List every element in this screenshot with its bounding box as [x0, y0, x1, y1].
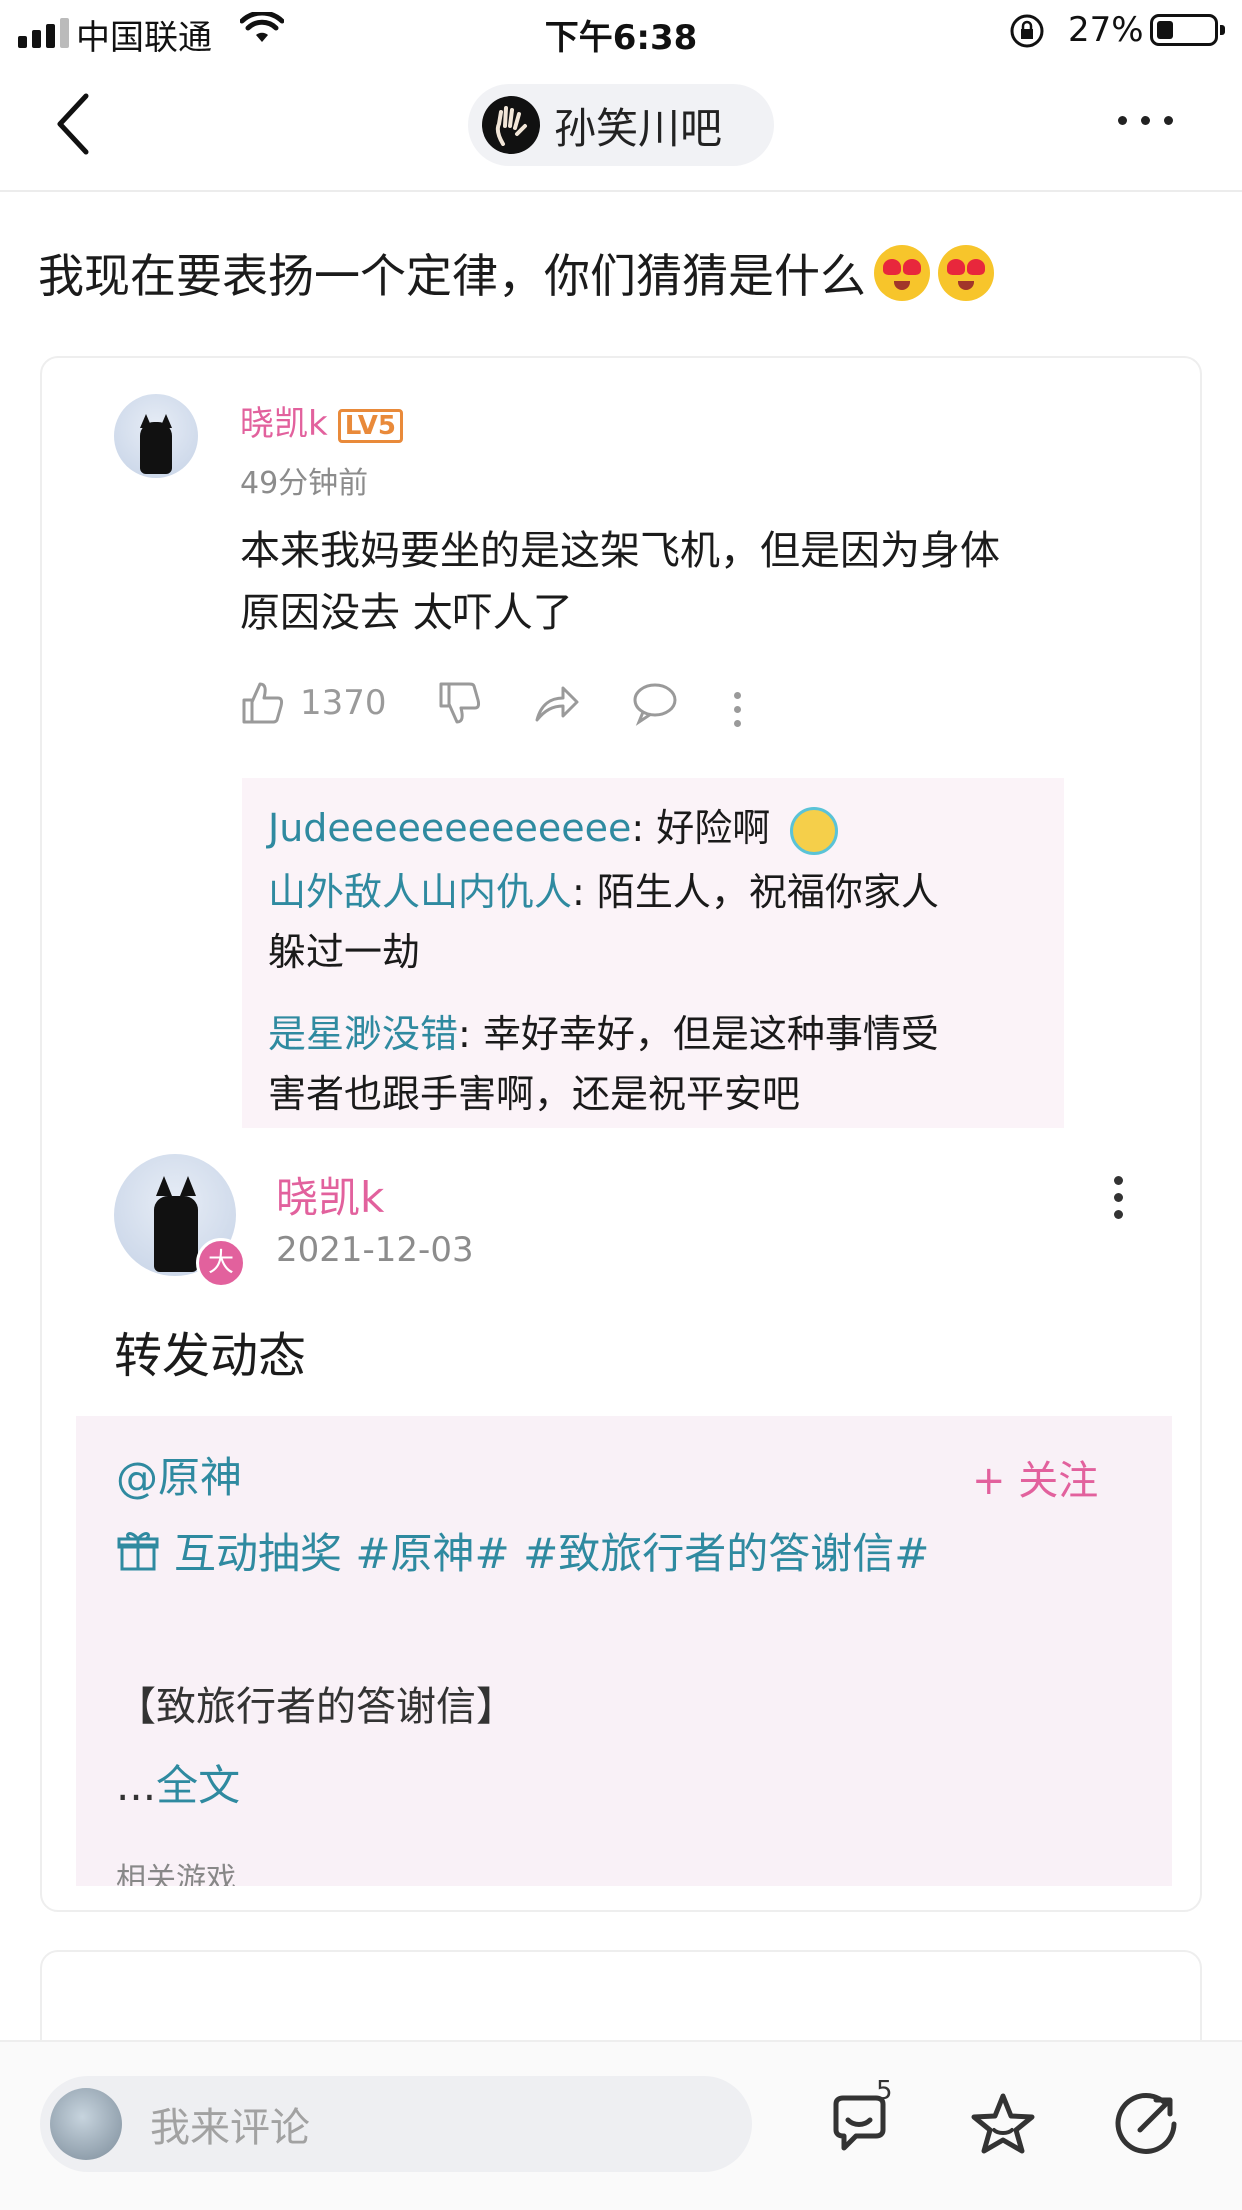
comment-actions: 1370: [240, 680, 679, 726]
fulltext-row: ...全文: [116, 1752, 240, 1813]
reply-name: 山外敌人山内仇人: [268, 870, 573, 914]
forward-tags: 互动抽奖 #原神# #致旅行者的答谢信#: [174, 1529, 930, 1578]
back-button[interactable]: [54, 92, 114, 162]
share-button[interactable]: [1112, 2090, 1182, 2164]
more-options-icon[interactable]: [1118, 116, 1173, 125]
level-badge: LV5: [337, 408, 403, 443]
reply-item: 山外敌人山内仇人: 陌生人，祝福你家人 躲过一劫: [268, 862, 1048, 982]
user-avatar: [50, 2088, 122, 2160]
share-icon: [535, 686, 579, 722]
heart-eyes-emoji-icon: [874, 245, 930, 301]
forward-at: @原神: [116, 1453, 243, 1502]
gift-icon: [117, 1531, 159, 1570]
comment-username: 晓凯k: [240, 404, 328, 444]
reply-text-cont: 躲过一劫: [268, 930, 421, 974]
nav-bar: 孙笑川吧: [0, 62, 1242, 192]
comment-placeholder: 我来评论: [150, 2105, 310, 2151]
post-more-icon: [1114, 1176, 1123, 1219]
thumbs-up-icon: [242, 682, 284, 724]
forum-name: 孙笑川吧: [554, 103, 723, 153]
comment-username-row: 晓凯k LV5: [240, 396, 403, 445]
forum-avatar: [482, 96, 540, 154]
forum-title-pill[interactable]: 孙笑川吧: [468, 84, 774, 166]
share-out-icon: [1115, 2093, 1177, 2154]
reply-name: Judeeeeeeeeeeeee: [268, 806, 632, 850]
post-text: 转发动态: [114, 1328, 307, 1384]
reply-name: 是星渺没错: [268, 1012, 459, 1056]
comment-bubble-icon: [633, 683, 677, 726]
rotation-lock-icon: [1008, 12, 1046, 59]
comment-line-2: 原因没去 太吓人了: [240, 590, 573, 636]
post-image-card[interactable]: 晓凯k LV5 49分钟前 本来我妈要坐的是这架飞机，但是因为身体 原因没去 太吓…: [40, 356, 1202, 1912]
comment-time: 49分钟前: [240, 466, 369, 501]
post-image: 晓凯k LV5 49分钟前 本来我妈要坐的是这架飞机，但是因为身体 原因没去 太吓…: [42, 358, 1200, 1910]
like-count: 1370: [300, 683, 387, 723]
comment-line-1: 本来我妈要坐的是这架飞机，但是因为身体: [240, 528, 1000, 574]
ellipsis: ...: [116, 1761, 157, 1810]
reply-text: : 好险啊: [631, 806, 771, 850]
status-bar: 中国联通 下午6:38 27%: [0, 0, 1242, 62]
related-games-cut: 相关游戏: [116, 1862, 236, 1886]
reply-text: : 幸好幸好，但是这种事情受: [458, 1012, 939, 1056]
heart-eyes-emoji-icon: [938, 245, 994, 301]
post-username: 晓凯k: [276, 1173, 385, 1222]
letter-title: 【致旅行者的答谢信】: [116, 1684, 516, 1730]
hand-icon: [495, 106, 527, 146]
replies-box: Judeeeeeeeeeeeee: 好险啊 山外敌人山内仇人: 陌生人，祝福你家…: [242, 778, 1064, 1128]
comments-button[interactable]: 5: [826, 2076, 896, 2164]
fulltext-link: 全文: [156, 1761, 241, 1810]
comment-count: 5: [876, 2076, 893, 2106]
forward-tags-row: 互动抽奖 #原神# #致旅行者的答谢信#: [116, 1520, 929, 1581]
forwarded-post: @原神 + 关注 互动抽奖 #原神# #致旅行者的答谢信# 【致旅行者的答谢信】…: [76, 1416, 1172, 1886]
battery-icon: [1150, 14, 1225, 46]
star-icon: [971, 2093, 1035, 2154]
reply-text-cont: 害者也跟手害啊，还是祝平安吧: [268, 1072, 801, 1116]
favorite-button[interactable]: [968, 2090, 1038, 2164]
post-title: 我现在要表扬一个定律，你们猜猜是什么: [38, 240, 994, 306]
reply-item: 是星渺没错: 幸好幸好，但是这种事情受 害者也跟手害啊，还是祝平安吧: [268, 1004, 1048, 1124]
post-date: 2021-12-03: [276, 1230, 474, 1270]
reply-item: Judeeeeeeeeeeeee: 好险啊: [268, 798, 839, 858]
avatar-badge: 大: [196, 1238, 246, 1288]
follow-label: + 关注: [972, 1458, 1099, 1504]
comment-more-icon: [734, 692, 741, 727]
bottom-bar: 我来评论 5: [0, 2040, 1242, 2210]
clock: 下午6:38: [544, 18, 698, 58]
battery-percent: 27%: [1068, 10, 1144, 50]
comment-input[interactable]: 我来评论: [40, 2076, 752, 2172]
reply-text: : 陌生人，祝福你家人: [572, 870, 939, 914]
relieved-emoji-icon: [790, 806, 839, 855]
comment-text: 本来我妈要坐的是这架飞机，但是因为身体 原因没去 太吓人了: [240, 520, 1140, 644]
chevron-left-icon: [57, 93, 89, 155]
post-title-text: 我现在要表扬一个定律，你们猜猜是什么: [38, 249, 866, 303]
thumbs-down-icon: [439, 682, 480, 724]
avatar: [114, 394, 198, 478]
